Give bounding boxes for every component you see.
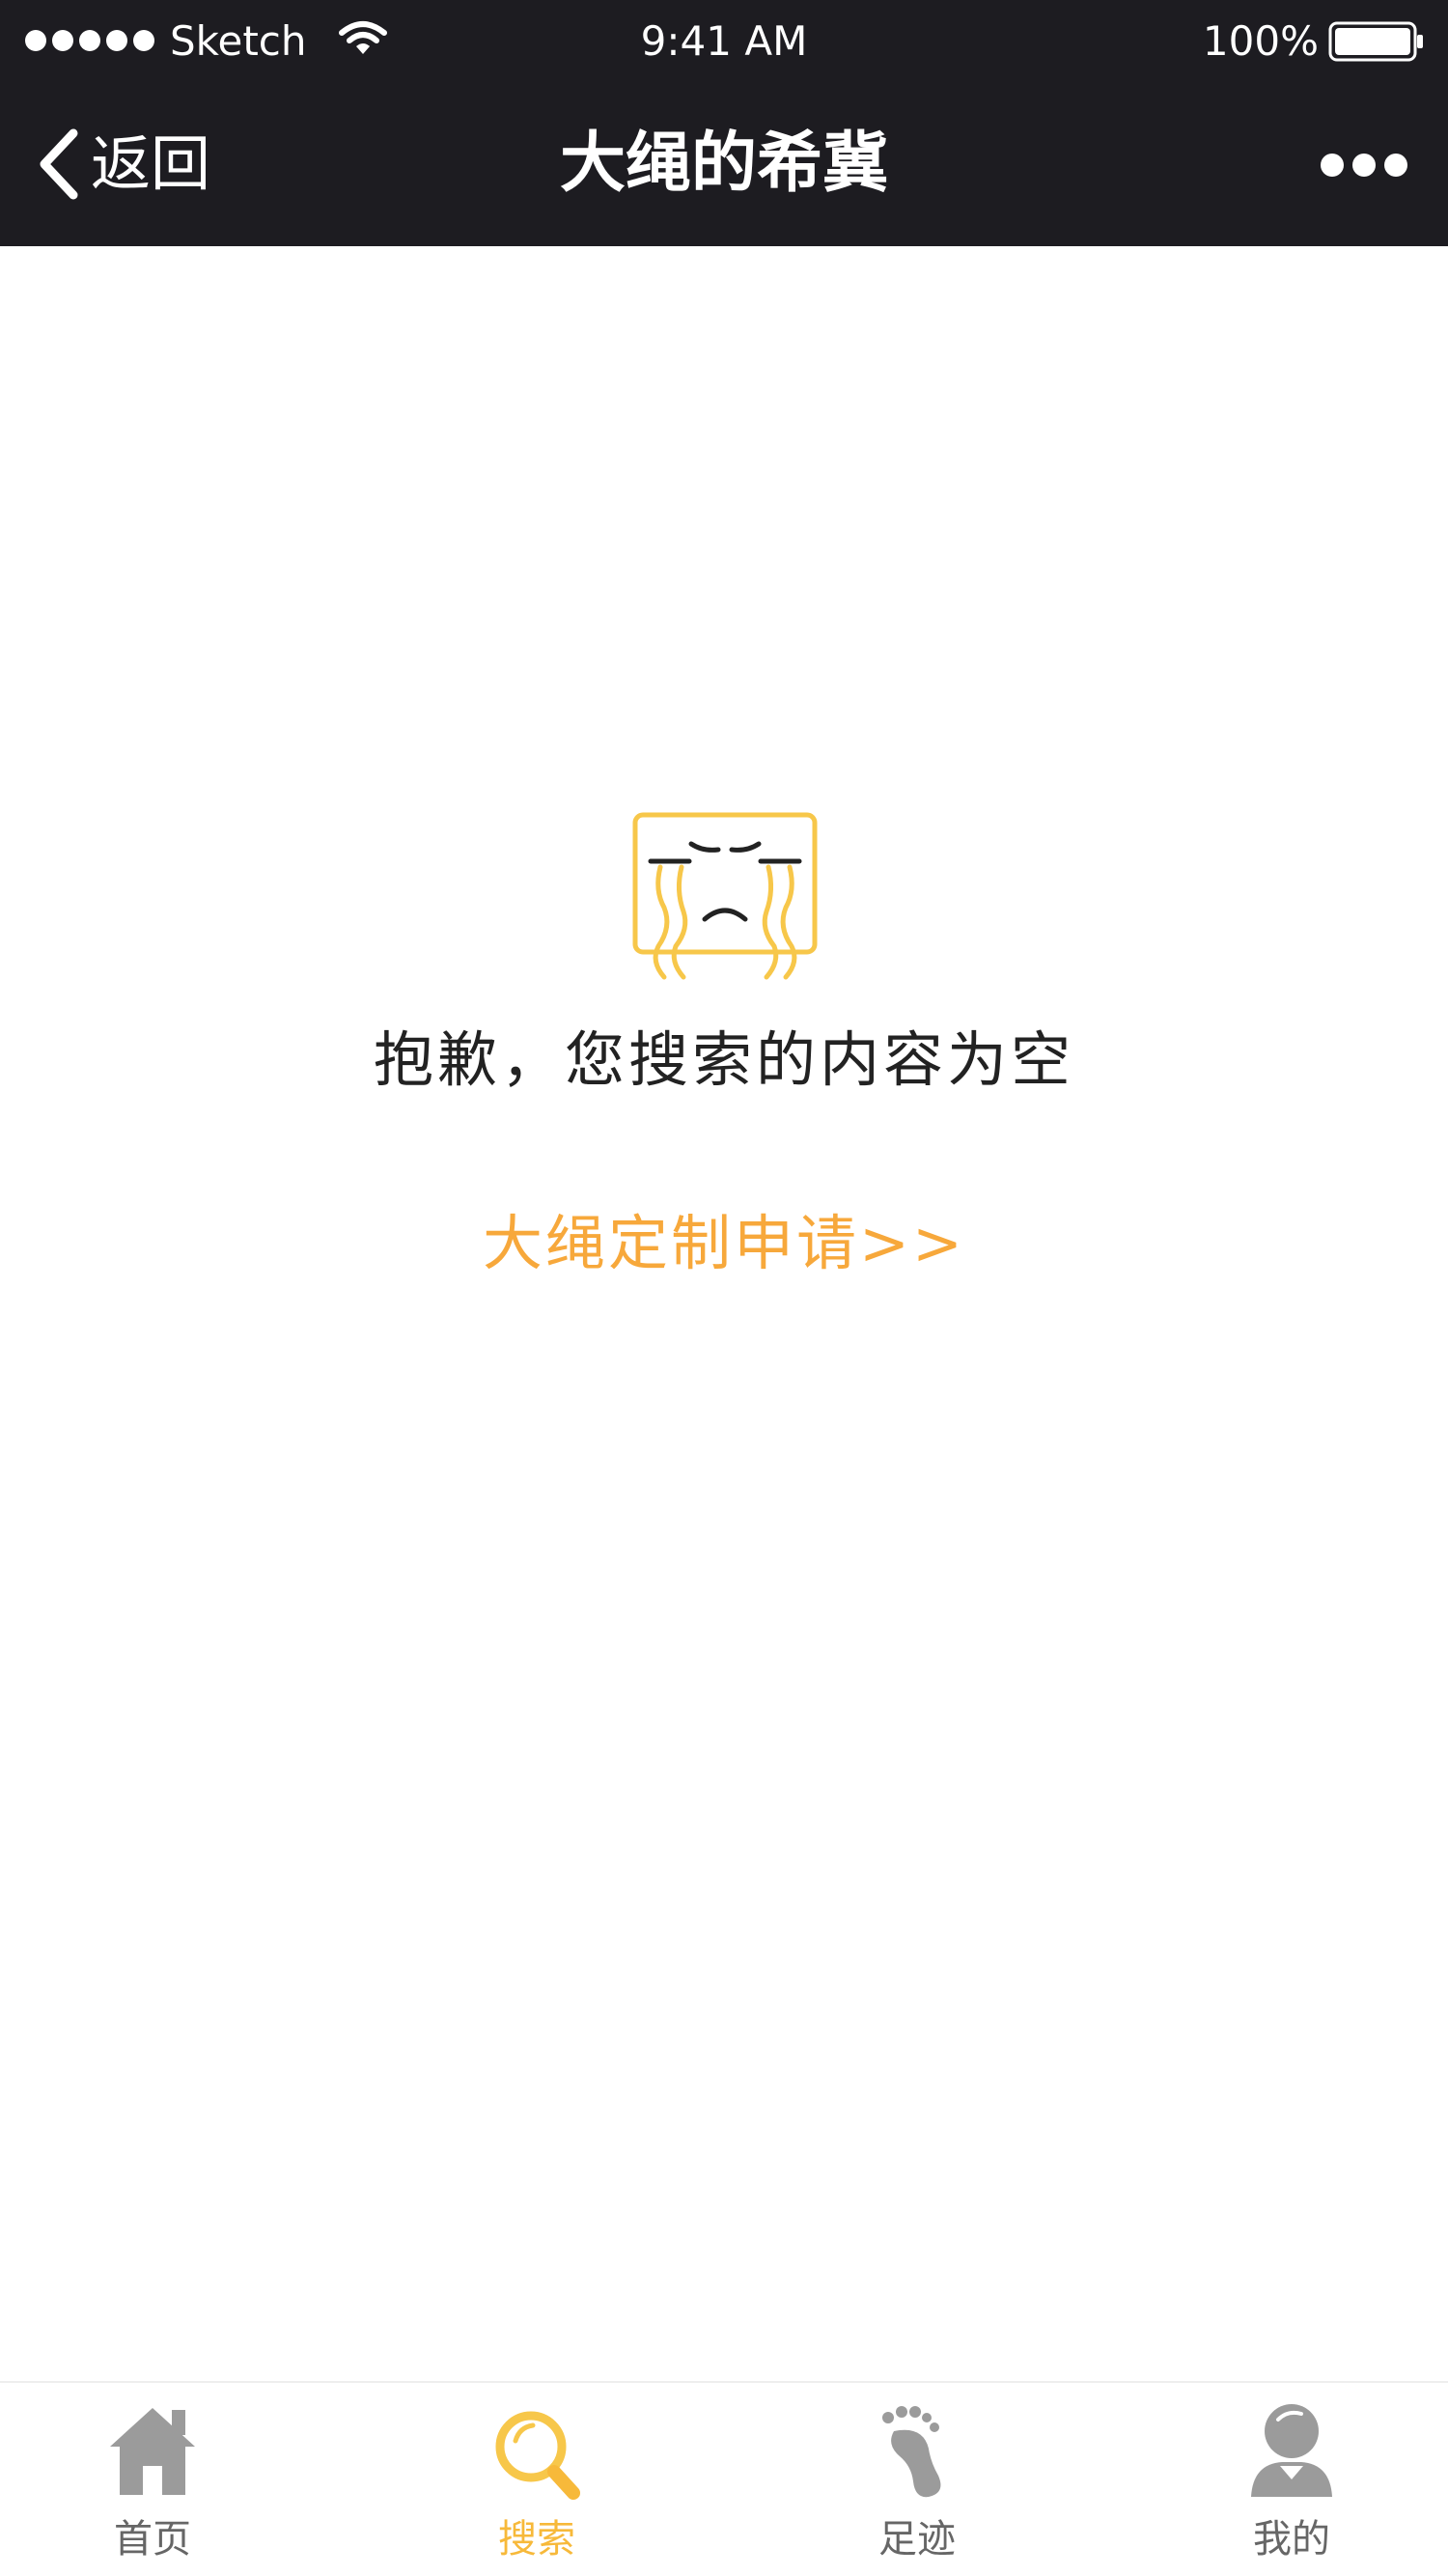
search-icon	[495, 2411, 580, 2500]
home-icon	[110, 2408, 195, 2495]
battery-icon	[1328, 21, 1423, 62]
tab-search[interactable]: 搜索	[421, 2383, 653, 2576]
tab-footprint[interactable]: 足迹	[801, 2383, 1033, 2576]
screen: Sketch 9:41 AM 100% 返回 大绳的希冀 抱歉，您搜索的内容为空…	[0, 0, 1448, 2576]
tab-home[interactable]: 首页	[37, 2383, 268, 2576]
header: Sketch 9:41 AM 100% 返回 大绳的希冀	[0, 0, 1448, 246]
battery-percentage: 100%	[1202, 17, 1319, 65]
more-options-button[interactable]	[1321, 148, 1407, 182]
user-icon	[1251, 2404, 1332, 2497]
tab-label: 首页	[114, 2517, 191, 2562]
navigation-bar: 返回 大绳的希冀	[0, 82, 1448, 246]
tab-bar: 首页 搜索 足迹 我的	[0, 2381, 1448, 2576]
status-bar: Sketch 9:41 AM 100%	[0, 0, 1448, 82]
tab-label: 足迹	[878, 2517, 956, 2562]
tab-mine[interactable]: 我的	[1176, 2383, 1407, 2576]
tab-label: 我的	[1253, 2517, 1330, 2562]
crying-face-icon	[632, 812, 818, 980]
more-dots-icon	[1321, 154, 1344, 177]
empty-message: 抱歉，您搜索的内容为空	[373, 1024, 1074, 1095]
page-title: 大绳的希冀	[559, 126, 888, 202]
footprint-icon	[882, 2406, 941, 2498]
custom-apply-link[interactable]: 大绳定制申请>>	[0, 1205, 1448, 1282]
tab-label: 搜索	[498, 2517, 575, 2562]
